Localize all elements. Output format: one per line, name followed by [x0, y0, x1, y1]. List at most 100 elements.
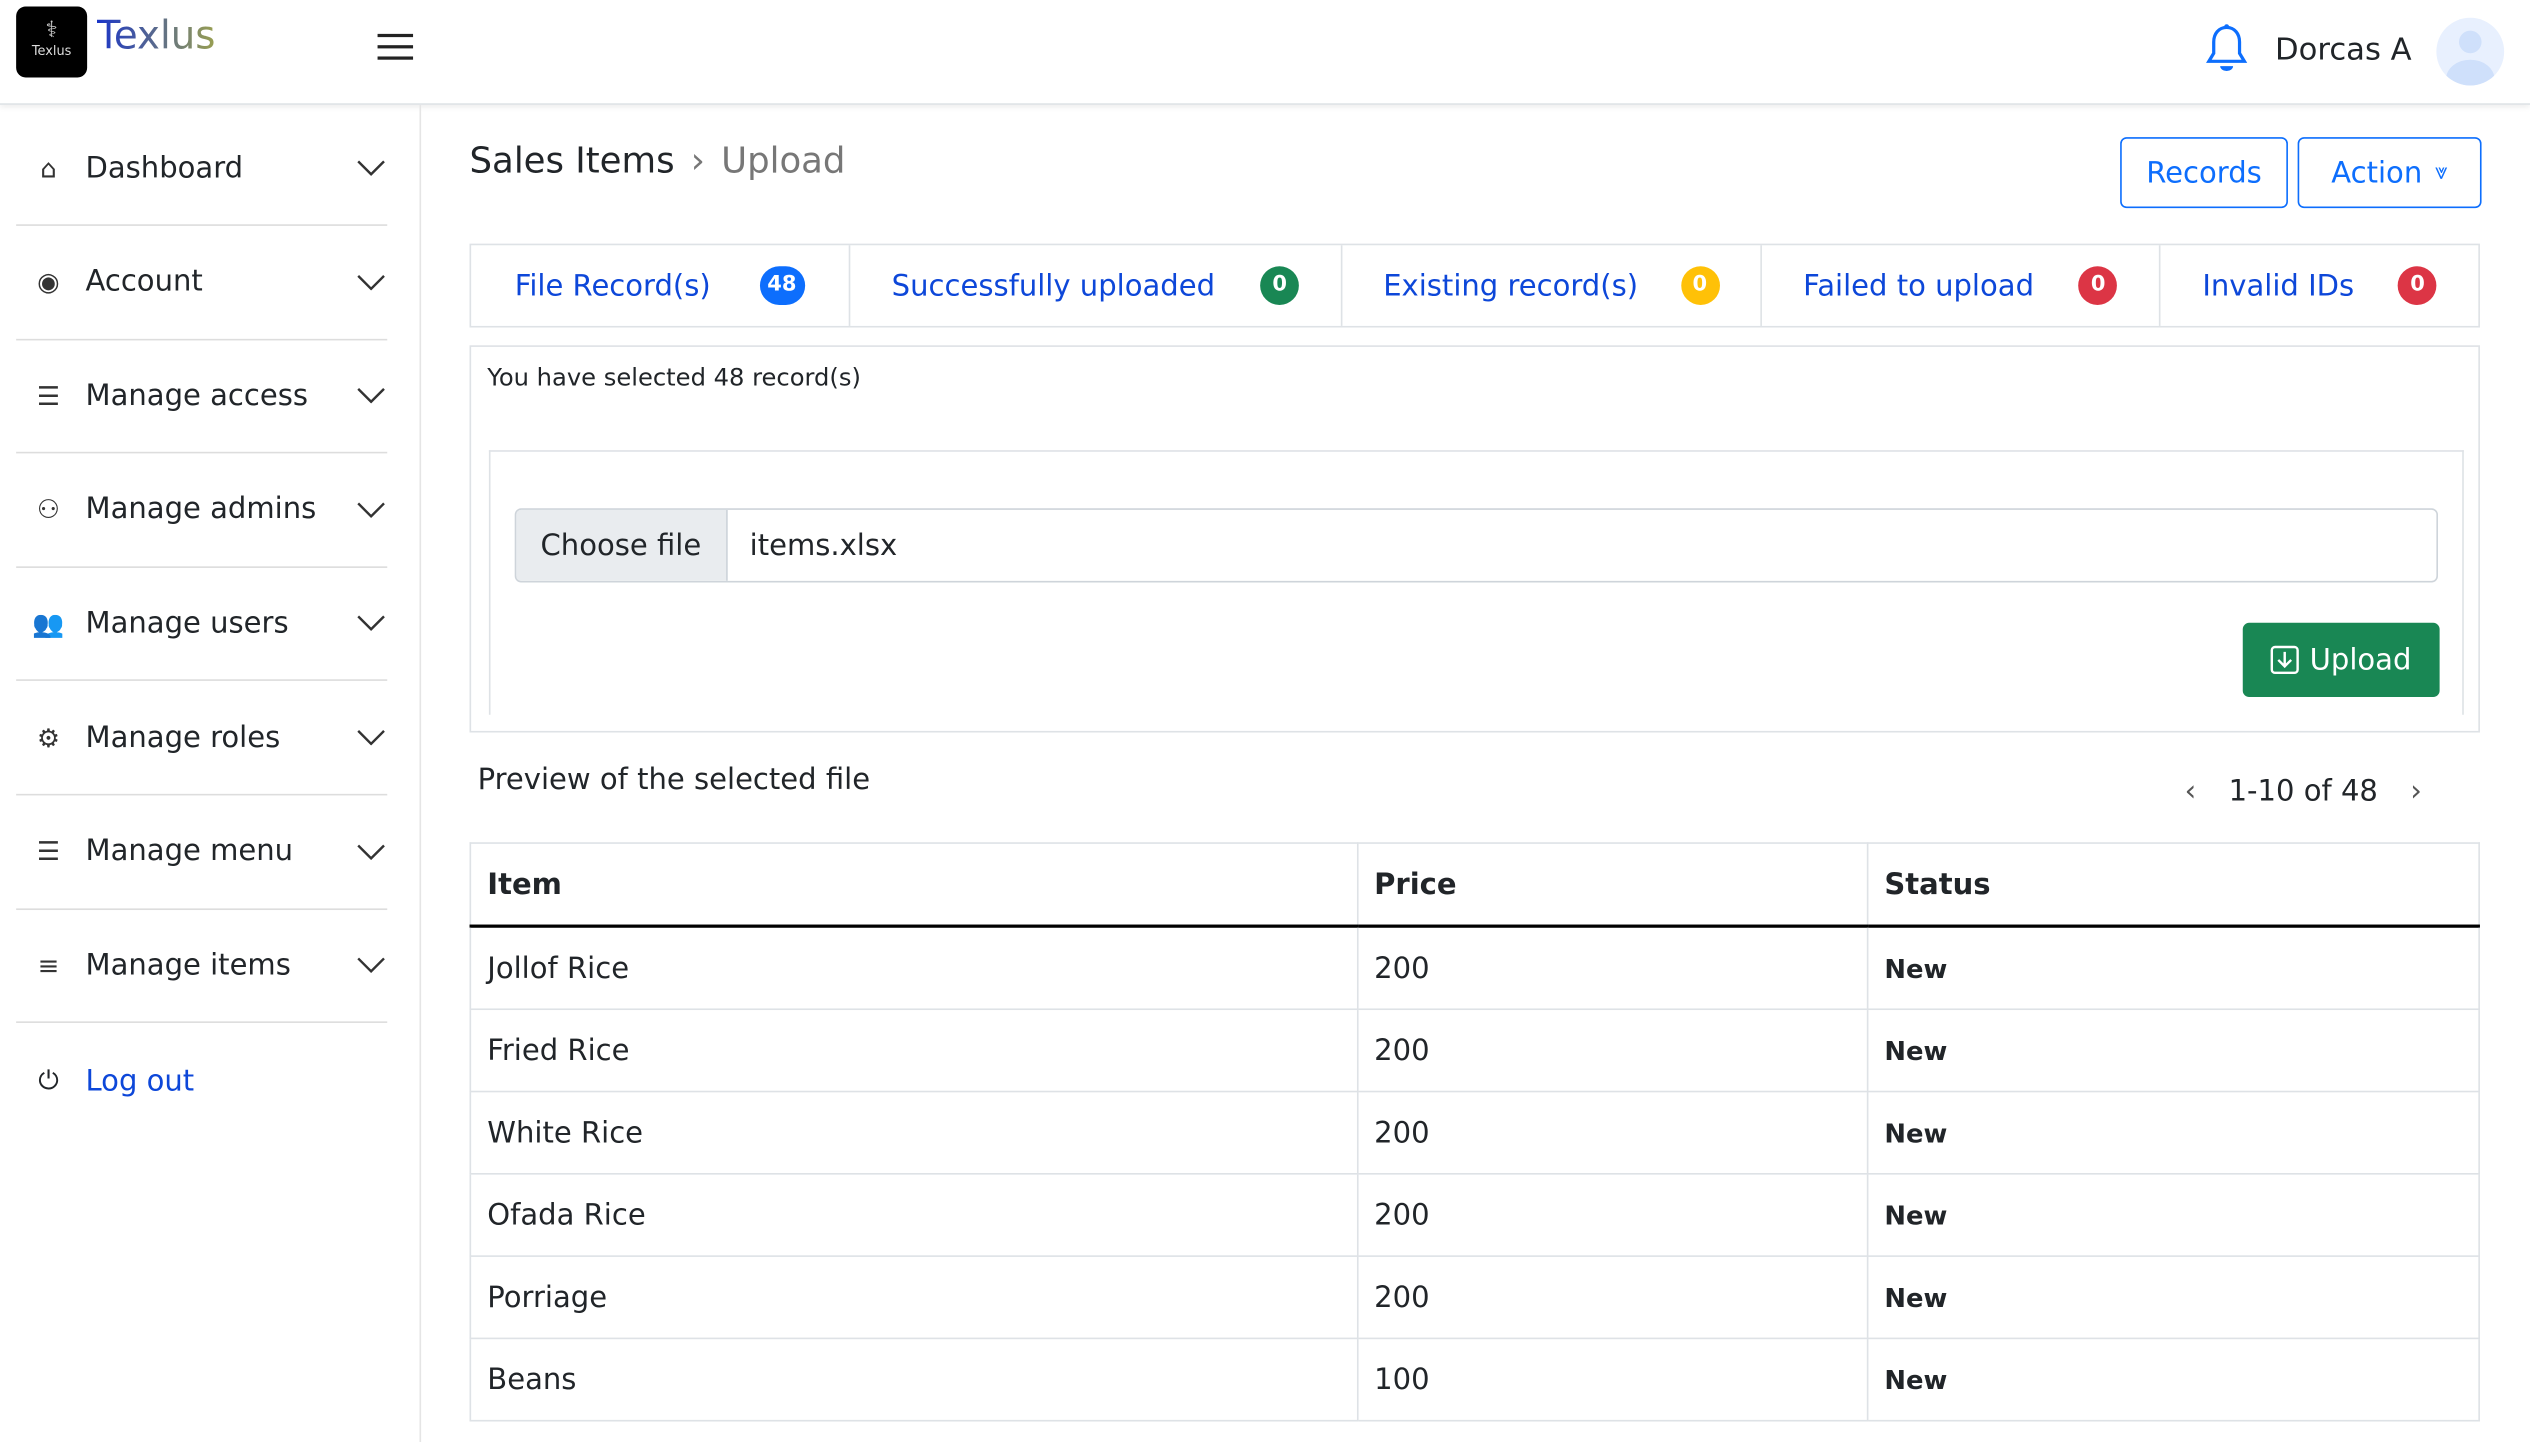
chevron-down-icon[interactable] — [355, 843, 387, 860]
upload-button[interactable]: Upload — [2242, 622, 2440, 698]
action-label: Action — [2331, 155, 2423, 190]
sidebar-item-manage-roles[interactable]: ⚙ Manage roles — [16, 681, 388, 796]
chevron-left-icon[interactable]: ‹ — [2185, 774, 2197, 808]
logout-label: Log out — [85, 1064, 195, 1098]
tab-existing-record-s-[interactable]: Existing record(s) 0 — [1343, 245, 1762, 326]
count-badge: 0 — [1260, 266, 1299, 305]
table-row[interactable]: Porriage 200 New — [469, 1255, 2480, 1340]
list-icon: ☰ — [36, 835, 60, 867]
status-cell: New — [1866, 925, 2480, 1011]
table-row[interactable]: White Rice 200 New — [469, 1090, 2480, 1175]
sidebar: ⌂ Dashboard ◉ Account ☰ Manage access ⚇ Manage … — [0, 104, 422, 1442]
count-badge: 48 — [759, 266, 805, 305]
sidebar-item-label: Manage access — [85, 378, 308, 413]
item-cell: Jollof Rice — [469, 925, 1358, 1011]
status-cell: New — [1866, 1090, 2480, 1175]
action-button[interactable]: Action ⩔ — [2297, 137, 2482, 209]
chevron-down-icon[interactable] — [355, 388, 387, 404]
count-badge: 0 — [2078, 266, 2118, 305]
sidebar-item-label: Manage menu — [85, 834, 294, 869]
double-chevron-down-icon: ⩔ — [2435, 159, 2448, 186]
brand-name: Texlus — [96, 12, 216, 59]
price-cell: 100 — [1356, 1337, 1869, 1422]
upload-status-tabs: File Record(s) 48 Successfully uploaded 0 Ex… — [469, 243, 2480, 328]
sidebar-item-manage-access[interactable]: ☰ Manage access — [16, 339, 388, 454]
hamburger-menu-icon[interactable] — [377, 26, 414, 68]
pagination: ‹ 1-10 of 48 › — [2185, 774, 2422, 808]
status-cell: New — [1866, 1337, 2480, 1422]
sidebar-item-manage-menu[interactable]: ☰ Manage menu — [16, 795, 388, 910]
sidebar-item-manage-items[interactable]: ≡ Manage items — [16, 909, 388, 1024]
chevron-down-icon[interactable] — [355, 274, 387, 290]
logo[interactable]: ⚕ Texlus — [16, 6, 88, 78]
list-icon: ☰ — [36, 380, 60, 411]
table-row[interactable]: Jollof Rice 200 New — [469, 925, 2480, 1011]
sidebar-item-account[interactable]: ◉ Account — [16, 225, 388, 340]
choose-file-button[interactable]: Choose file — [516, 509, 728, 581]
count-badge: 0 — [2398, 266, 2437, 305]
item-cell: Porriage — [469, 1255, 1358, 1340]
sidebar-item-label: Manage roles — [85, 720, 281, 755]
bell-icon[interactable] — [2204, 23, 2249, 75]
chevron-right-icon[interactable]: › — [2410, 774, 2422, 808]
tab-invalid-ids[interactable]: Invalid IDs 0 — [2161, 245, 2478, 326]
breadcrumb: Sales Items › Upload — [470, 142, 846, 182]
circuit-icon: ⚕ — [45, 17, 58, 44]
column-header-item[interactable]: Item — [469, 842, 1358, 928]
item-cell: Ofada Rice — [469, 1173, 1358, 1257]
sidebar-item-manage-users[interactable]: 👥 Manage users — [16, 567, 388, 682]
sidebar-item-label: Dashboard — [85, 150, 244, 185]
tab-file-record-s-[interactable]: File Record(s) 48 — [471, 245, 850, 326]
people-outline-icon: ⚇ — [36, 494, 60, 525]
chevron-down-icon[interactable] — [355, 729, 387, 746]
gear-icon: ⚙ — [36, 722, 60, 753]
item-cell: Fried Rice — [469, 1008, 1358, 1093]
table-row[interactable]: Beans 100 New — [469, 1337, 2480, 1422]
home-icon: ⌂ — [40, 152, 57, 184]
pager-text: 1-10 of 48 — [2228, 774, 2378, 809]
tab-label: Invalid IDs — [2202, 268, 2355, 303]
chevron-down-icon[interactable] — [355, 957, 387, 974]
tab-failed-to-upload[interactable]: Failed to upload 0 — [1761, 245, 2161, 326]
file-input[interactable]: Choose file items.xlsx — [514, 508, 2438, 583]
count-badge: 0 — [1680, 266, 1720, 305]
sidebar-item-label: Account — [85, 264, 203, 299]
top-bar: ⚕ Texlus Texlus Dorcas A — [0, 0, 2530, 105]
user-circle-icon: ◉ — [37, 266, 60, 298]
sidebar-item-label: Manage admins — [85, 492, 317, 527]
chevron-down-icon[interactable] — [355, 501, 387, 518]
file-input-box: Choose file items.xlsx Upload — [488, 450, 2464, 715]
status-cell: New — [1866, 1173, 2480, 1257]
selected-count-text: You have selected 48 record(s) — [487, 363, 861, 393]
logout-link[interactable]: ⏻ Log out — [16, 1049, 194, 1114]
preview-table: Item Price Status Jollof Rice 200 New Fried R… — [469, 842, 2480, 1422]
menu-icon: ≡ — [37, 949, 60, 981]
chevron-down-icon[interactable] — [355, 615, 387, 632]
tab-successfully-uploaded[interactable]: Successfully uploaded 0 — [850, 245, 1343, 326]
tab-label: Failed to upload — [1803, 268, 2035, 303]
sidebar-item-dashboard[interactable]: ⌂ Dashboard — [16, 111, 388, 226]
people-fill-icon: 👥 — [32, 608, 65, 639]
column-header-status[interactable]: Status — [1866, 842, 2480, 928]
preview-title: Preview of the selected file — [477, 763, 871, 798]
table-row[interactable]: Fried Rice 200 New — [469, 1008, 2480, 1093]
status-cell: New — [1866, 1008, 2480, 1093]
avatar[interactable] — [2436, 17, 2505, 86]
user-name[interactable]: Dorcas A — [2275, 32, 2412, 67]
upload-label: Upload — [2309, 642, 2412, 677]
table-row[interactable]: Ofada Rice 200 New — [469, 1173, 2480, 1257]
breadcrumb-parent[interactable]: Sales Items — [470, 142, 675, 182]
tab-label: Existing record(s) — [1383, 268, 1639, 303]
tab-label: File Record(s) — [514, 268, 711, 303]
price-cell: 200 — [1356, 1090, 1869, 1175]
sidebar-item-label: Manage users — [85, 606, 289, 641]
download-box-icon — [2271, 645, 2300, 675]
item-cell: White Rice — [469, 1090, 1358, 1175]
column-header-price[interactable]: Price — [1356, 842, 1869, 928]
records-button[interactable]: Records — [2120, 137, 2288, 209]
sidebar-item-label: Manage items — [85, 948, 291, 983]
upload-panel: You have selected 48 record(s) Choose fi… — [469, 345, 2480, 733]
chevron-down-icon[interactable] — [355, 160, 387, 176]
sidebar-item-manage-admins[interactable]: ⚇ Manage admins — [16, 453, 388, 568]
price-cell: 200 — [1356, 1008, 1869, 1093]
